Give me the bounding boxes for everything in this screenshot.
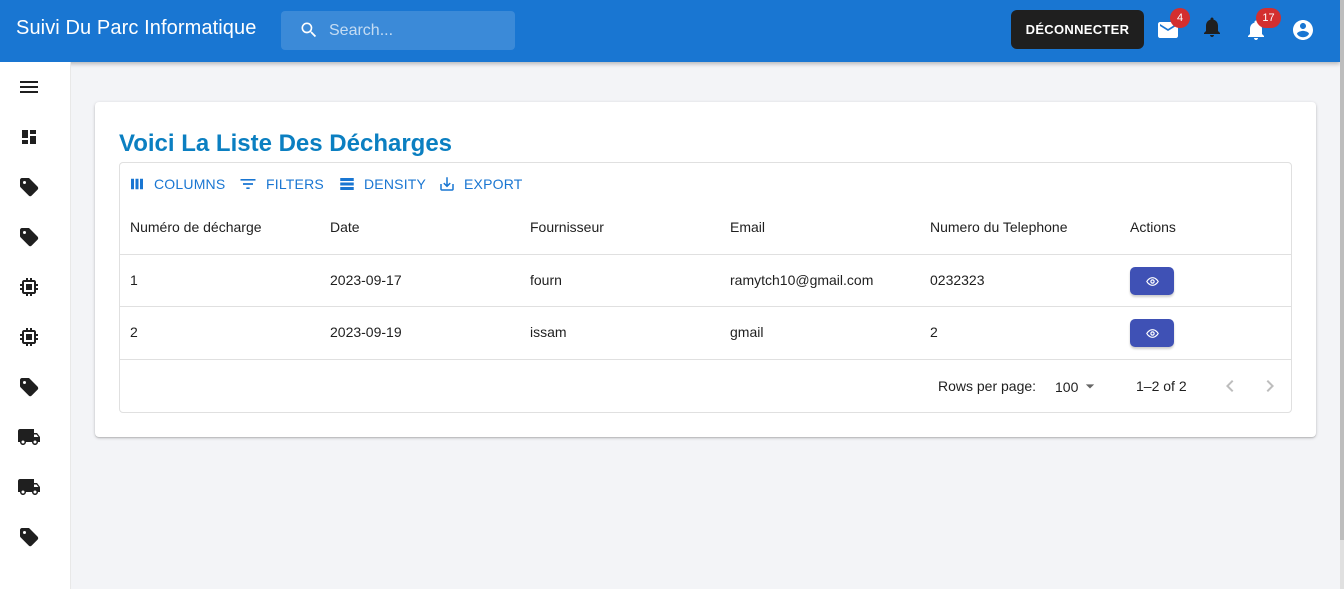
- sidebar-item-truck-2[interactable]: [17, 475, 41, 499]
- search-box[interactable]: [281, 11, 515, 50]
- chevron-left-icon: [1226, 380, 1234, 392]
- sidebar: [0, 62, 71, 589]
- cell-numero: 2: [130, 324, 138, 340]
- density-icon: [340, 178, 354, 190]
- tag-icon: [20, 228, 39, 247]
- column-header-numero[interactable]: Numéro de décharge: [130, 219, 262, 235]
- table-row[interactable]: 1 2023-09-17 fourn ramytch10@gmail.com 0…: [120, 254, 1291, 307]
- search-input[interactable]: [329, 11, 509, 50]
- chip-icon: [20, 278, 38, 296]
- view-button[interactable]: [1130, 267, 1174, 295]
- filters-label: FILTERS: [266, 176, 324, 192]
- column-header-email[interactable]: Email: [730, 219, 765, 235]
- column-header-date[interactable]: Date: [330, 219, 360, 235]
- scrollbar-thumb[interactable]: [1340, 0, 1344, 540]
- notifications-badge: 17: [1256, 8, 1281, 28]
- mail-badge: 4: [1170, 8, 1190, 28]
- download-icon: [440, 177, 454, 191]
- cell-fournisseur: issam: [530, 324, 567, 340]
- cell-date: 2023-09-19: [330, 324, 402, 340]
- column-header-telephone[interactable]: Numero du Telephone: [930, 219, 1068, 235]
- cell-email: ramytch10@gmail.com: [730, 272, 874, 288]
- column-header-fournisseur[interactable]: Fournisseur: [530, 219, 604, 235]
- previous-page-button[interactable]: [1218, 374, 1242, 401]
- chip-icon: [20, 328, 38, 346]
- sidebar-item-tag-2[interactable]: [17, 225, 41, 249]
- sidebar-item-dashboard[interactable]: [17, 125, 41, 149]
- export-label: EXPORT: [464, 176, 523, 192]
- bell-outline-icon: [1204, 17, 1220, 37]
- sidebar-item-truck-1[interactable]: [17, 425, 41, 449]
- app-bar: Suivi Du Parc Informatique DÉCONNECTER 4…: [0, 0, 1340, 62]
- truck-icon: [18, 429, 40, 445]
- tag-icon: [20, 528, 39, 547]
- rows-per-page-label: Rows per page:: [938, 378, 1037, 394]
- cell-numero: 1: [130, 272, 138, 288]
- eye-icon: [1145, 276, 1159, 286]
- sidebar-item-tag-1[interactable]: [17, 175, 41, 199]
- column-header-actions: Actions: [1130, 219, 1176, 235]
- sidebar-item-chip-2[interactable]: [17, 325, 41, 349]
- page-range: 1–2 of 2: [1136, 378, 1187, 394]
- rows-per-page-select[interactable]: 100: [1055, 378, 1100, 396]
- tag-icon: [20, 178, 39, 197]
- columns-icon: [131, 178, 143, 190]
- account-circle-icon: [1293, 20, 1313, 40]
- logout-button[interactable]: DÉCONNECTER: [1011, 10, 1144, 49]
- sidebar-toggle[interactable]: [17, 75, 41, 99]
- cell-fournisseur: fourn: [530, 272, 562, 288]
- sidebar-item-tag-3[interactable]: [17, 375, 41, 399]
- app-title: Suivi Du Parc Informatique: [16, 17, 257, 39]
- filter-icon: [240, 179, 256, 189]
- search-icon: [301, 22, 317, 38]
- dashboard-icon: [22, 130, 36, 144]
- next-page-button[interactable]: [1258, 374, 1282, 401]
- chevron-right-icon: [1266, 380, 1274, 392]
- density-label: DENSITY: [364, 176, 427, 192]
- page-scrollbar[interactable]: [1340, 0, 1344, 589]
- alert-button[interactable]: [1200, 15, 1224, 39]
- decharges-card: Voici La Liste Des Décharges COLUMNS FIL…: [95, 102, 1316, 437]
- export-button[interactable]: EXPORT: [438, 173, 523, 195]
- data-grid: COLUMNS FILTERS DENSITY EXPORT Numéro de…: [119, 162, 1292, 413]
- density-button[interactable]: DENSITY: [338, 173, 426, 195]
- cell-email: gmail: [730, 324, 764, 340]
- arrow-drop-down-icon: [1086, 384, 1095, 389]
- tag-icon: [20, 378, 39, 397]
- account-button[interactable]: [1291, 18, 1315, 42]
- grid-pagination: Rows per page: 100 1–2 of 2: [120, 359, 1291, 412]
- view-button[interactable]: [1130, 319, 1174, 347]
- page-title: Voici La Liste Des Décharges: [119, 130, 453, 157]
- columns-button[interactable]: COLUMNS: [128, 173, 225, 195]
- columns-label: COLUMNS: [154, 176, 226, 192]
- menu-icon: [20, 81, 38, 93]
- eye-icon: [1145, 328, 1159, 338]
- truck-icon: [18, 479, 40, 495]
- table-row[interactable]: 2 2023-09-19 issam gmail 2: [120, 306, 1291, 359]
- filters-button[interactable]: FILTERS: [238, 173, 324, 195]
- cell-telephone: 0232323: [930, 272, 985, 288]
- sidebar-item-tag-4[interactable]: [17, 525, 41, 549]
- rows-per-page-value: 100: [1055, 379, 1079, 395]
- cell-date: 2023-09-17: [330, 272, 402, 288]
- sidebar-item-chip-1[interactable]: [17, 275, 41, 299]
- cell-telephone: 2: [930, 324, 938, 340]
